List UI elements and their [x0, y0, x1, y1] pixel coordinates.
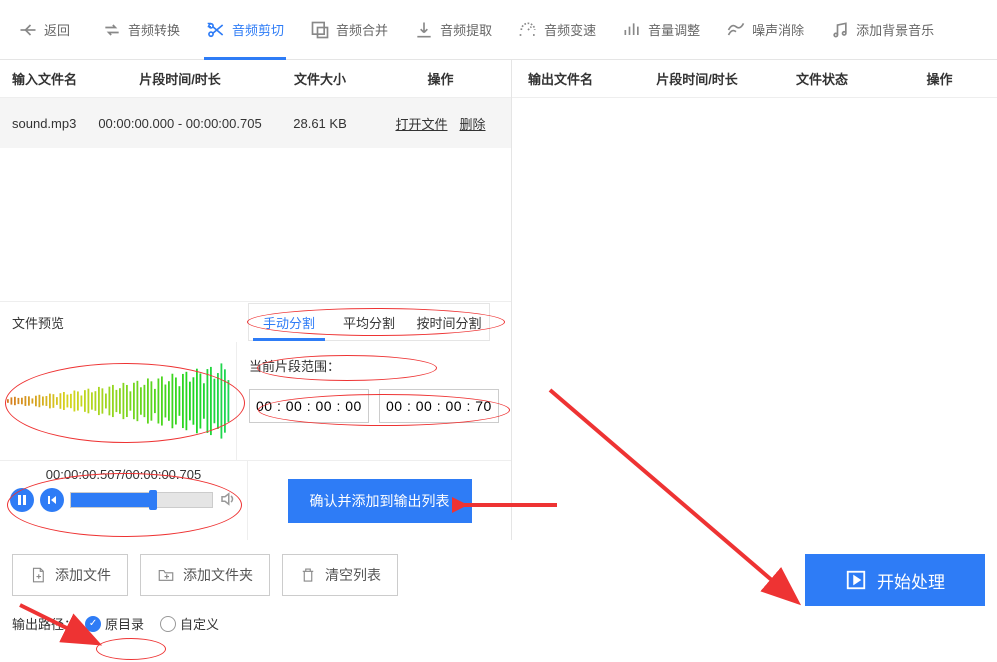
header-action: 操作	[370, 69, 511, 88]
preview-section: 文件预览 手动分割 平均分割 按时间分割 当前片	[0, 301, 511, 540]
tab-audio-merge[interactable]: 音频合并	[300, 0, 398, 60]
convert-icon	[102, 20, 122, 40]
header-filename: 输入文件名	[0, 69, 90, 88]
extract-icon	[414, 20, 434, 40]
waveform-preview[interactable]	[0, 342, 237, 460]
time-end-input[interactable]	[379, 389, 499, 423]
top-nav: 返回 音频转换 音频剪切 音频合并 音频提取 音频变速 音量调整	[0, 0, 997, 60]
output-panel: 输出文件名 片段时间/时长 文件状态 操作	[512, 60, 997, 540]
file-duration: 00:00:00.000 - 00:00:00.705	[90, 116, 270, 131]
volume-icon	[622, 20, 642, 40]
output-path: 输出路径： 原目录 自定义	[12, 614, 985, 633]
tab-audio-cut[interactable]: 音频剪切	[196, 0, 294, 60]
nav-label: 音频合并	[336, 20, 388, 39]
input-table-header: 输入文件名 片段时间/时长 文件大小 操作	[0, 60, 511, 98]
start-process-button[interactable]: 开始处理	[805, 554, 985, 606]
merge-icon	[310, 20, 330, 40]
input-panel: 输入文件名 片段时间/时长 文件大小 操作 sound.mp3 00:00:00…	[0, 60, 512, 540]
stop-button[interactable]	[40, 488, 64, 512]
clear-list-button[interactable]: 清空列表	[282, 554, 398, 596]
time-start-input[interactable]	[249, 389, 369, 423]
header-out-status: 文件状态	[762, 69, 882, 88]
add-folder-button[interactable]: 添加文件夹	[140, 554, 270, 596]
header-size: 文件大小	[270, 69, 370, 88]
header-out-duration: 片段时间/时长	[632, 69, 762, 88]
volume-icon[interactable]	[219, 490, 237, 511]
nav-label: 添加背景音乐	[856, 20, 934, 39]
pause-icon	[16, 494, 28, 506]
speed-icon	[518, 20, 538, 40]
tab-time-split[interactable]: 按时间分割	[409, 304, 489, 340]
back-label: 返回	[44, 20, 70, 39]
back-button[interactable]: 返回	[8, 0, 86, 60]
arrow-left-icon	[18, 20, 38, 40]
radio-original-label: 原目录	[105, 614, 144, 633]
tab-manual-split[interactable]: 手动分割	[249, 304, 329, 340]
progress-fill	[71, 493, 153, 507]
nav-label: 音频转换	[128, 20, 180, 39]
output-table-header: 输出文件名 片段时间/时长 文件状态 操作	[512, 60, 997, 98]
output-path-label: 输出路径：	[12, 614, 77, 633]
range-box: 当前片段范围：	[237, 342, 511, 460]
tab-audio-extract[interactable]: 音频提取	[404, 0, 502, 60]
header-out-filename: 输出文件名	[512, 69, 632, 88]
progress-bar[interactable]	[70, 492, 213, 508]
bottom-bar: 添加文件 添加文件夹 清空列表 输出路径： 原目录 自定义 开始处理	[0, 540, 997, 633]
radio-original-dir[interactable]: 原目录	[85, 614, 144, 633]
noise-icon	[726, 20, 746, 40]
open-file-link[interactable]: 打开文件	[395, 114, 447, 133]
progress-thumb[interactable]	[149, 490, 157, 510]
player-controls: 00:00:00.507/00:00:00.705	[0, 461, 248, 540]
nav-label: 音量调整	[648, 20, 700, 39]
nav-label: 噪声消除	[752, 20, 804, 39]
tab-audio-speed[interactable]: 音频变速	[508, 0, 606, 60]
file-plus-icon	[29, 566, 47, 584]
radio-custom-label: 自定义	[180, 614, 219, 633]
file-row[interactable]: sound.mp3 00:00:00.000 - 00:00:00.705 28…	[0, 98, 511, 148]
tab-noise-remove[interactable]: 噪声消除	[716, 0, 814, 60]
add-file-button[interactable]: 添加文件	[12, 554, 128, 596]
add-file-label: 添加文件	[55, 565, 111, 585]
tab-volume-adjust[interactable]: 音量调整	[612, 0, 710, 60]
clear-label: 清空列表	[325, 565, 381, 585]
add-folder-label: 添加文件夹	[183, 565, 253, 585]
confirm-add-button[interactable]: 确认并添加到输出列表	[288, 479, 472, 523]
tab-bgm[interactable]: 添加背景音乐	[820, 0, 944, 60]
range-label: 当前片段范围：	[249, 356, 499, 375]
radio-custom-dir[interactable]: 自定义	[160, 614, 219, 633]
radio-unchecked-icon	[160, 616, 176, 632]
header-duration: 片段时间/时长	[90, 69, 270, 88]
preview-label: 文件预览	[0, 313, 248, 332]
radio-checked-icon	[85, 616, 101, 632]
file-size: 28.61 KB	[270, 116, 370, 131]
trash-icon	[299, 566, 317, 584]
play-button[interactable]	[10, 488, 34, 512]
start-label: 开始处理	[877, 568, 945, 593]
nav-label: 音频变速	[544, 20, 596, 39]
delete-file-link[interactable]: 删除	[460, 114, 486, 133]
play-box-icon	[845, 569, 867, 591]
nav-label: 音频剪切	[232, 20, 284, 39]
file-name: sound.mp3	[0, 116, 90, 131]
music-icon	[830, 20, 850, 40]
nav-label: 音频提取	[440, 20, 492, 39]
prev-icon	[46, 494, 58, 506]
tab-avg-split[interactable]: 平均分割	[329, 304, 409, 340]
scissors-icon	[206, 20, 226, 40]
main-area: 输入文件名 片段时间/时长 文件大小 操作 sound.mp3 00:00:00…	[0, 60, 997, 540]
folder-plus-icon	[157, 566, 175, 584]
header-out-action: 操作	[882, 69, 997, 88]
player-time: 00:00:00.507/00:00:00.705	[10, 467, 237, 482]
annotation-ellipse	[96, 638, 166, 660]
tab-audio-convert[interactable]: 音频转换	[92, 0, 190, 60]
waveform-icon	[3, 356, 233, 446]
split-tabs: 手动分割 平均分割 按时间分割	[248, 303, 490, 341]
